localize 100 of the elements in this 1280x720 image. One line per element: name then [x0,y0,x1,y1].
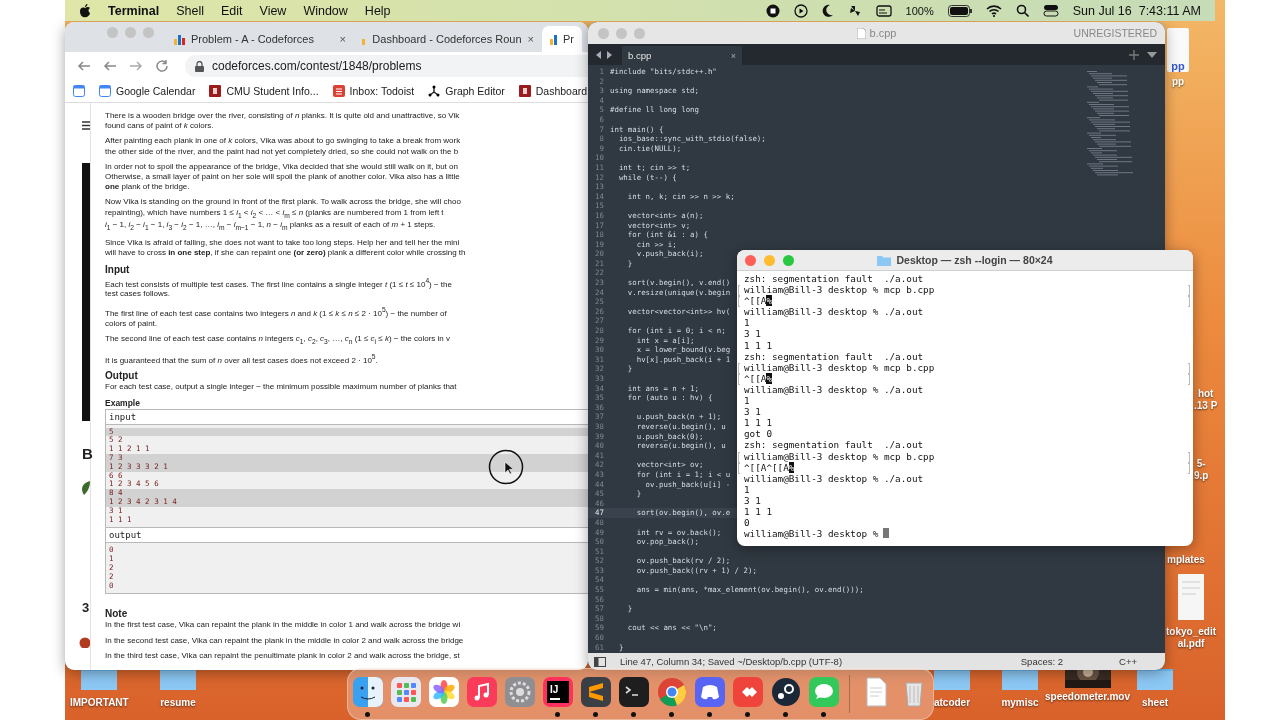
terminal-line: william@Bill-3 desktop % [744,528,879,540]
section-heading: Note [105,608,129,621]
tab-arrows-icon[interactable] [594,49,614,60]
tab-title: Pr [563,33,574,45]
terminal-line: 1 1 1 [744,505,772,517]
file-name[interactable]: IMPORTANT [70,697,129,709]
back-icon[interactable] [77,59,91,73]
bookmark[interactable]: Graph Editor [428,85,505,97]
close-icon[interactable]: × [730,50,736,61]
registration-label: UNREGISTERED [1073,27,1158,39]
terminal-line: william@Bill-3 desktop % ./a.out [744,306,924,318]
running-dot [783,712,788,717]
sample-title: output [106,528,588,544]
wifi-icon[interactable] [985,4,1002,17]
leaf-icon [80,481,90,495]
moon-icon[interactable] [821,3,834,18]
back-icon[interactable] [103,59,117,73]
pointer-icon [488,449,524,485]
file-name[interactable]: resume [160,697,196,709]
terminal-line: 1 [744,483,750,495]
browser-tab[interactable]: Dashboard - Codeforces Roun × [354,26,542,52]
terminal-icon [617,676,650,708]
graph-icon [428,85,441,97]
browser-tab[interactable]: Pr [542,26,582,52]
chat-bubble-icon [807,676,840,708]
menu-item[interactable]: Shell [176,3,204,18]
steam-icon [769,676,802,708]
menu-item[interactable]: Terminal [108,3,160,18]
fan-icon[interactable] [847,3,862,18]
terminal-line: zsh: segmentation fault ./a.out [744,350,924,362]
address-bar[interactable]: codeforces.com/contest/1848/problems [185,55,588,77]
terminal-line: got 0 [744,428,772,440]
calendar-icon [99,85,111,97]
app-glyph: IJ [550,684,559,695]
bookmark[interactable]: Google Calendar [99,85,196,97]
paragraph: For each test case, output a single integer − the minimum possible maximum number of planks that [105,382,458,393]
paragraph: In the second test case, Vika can repaint the plank in the middle in color 2 and walk across the bridge [105,635,465,646]
music-note-icon [465,676,498,708]
paragraph: After painting each plank in one of k colors, Vika was about to go swinging to take a break from work the other side of the river, and the paint had not yet completely dried, so she could not walk on the b [105,136,462,157]
reload-icon[interactable] [155,59,169,73]
menu-item[interactable]: View [259,3,287,18]
indentation-setting[interactable]: Spaces: 2 [1020,656,1064,667]
status-text: Line 47, Column 34; Saved ~/Desktop/b.cpp (UTF-8) [620,656,843,667]
plus-icon[interactable] [1129,49,1139,60]
battery-icon[interactable] [947,4,972,17]
card-icon[interactable] [875,4,892,17]
running-dot [555,712,560,717]
menu-item[interactable]: Help [364,3,391,18]
paragraph: There is a wooden bridge over the river, consisting of n planks. It is quite old and unattractive, so Vik found cans of paint of k colors. [105,111,461,132]
running-dot [593,712,598,717]
sidebar-digit: 3 [82,600,90,615]
window-title: b.cpp [869,27,897,39]
dock-app[interactable]: IJ [539,671,576,717]
bookmark[interactable]: CMU Student Info... [209,85,319,97]
document-icon: pp [1167,28,1189,72]
file-name[interactable]: sheet [1141,697,1169,709]
tab-title: Dashboard - Codeforces Roun [372,33,522,45]
play-icon[interactable] [793,3,808,18]
menu-item[interactable]: Window [303,3,348,18]
toggles-icon[interactable] [1042,4,1059,17]
file-name[interactable]: mymisc [1001,697,1039,709]
window-control[interactable] [745,254,756,266]
running-dot [707,712,712,717]
record-icon[interactable] [765,3,780,18]
terminal-line: 0 [744,517,750,529]
browser-tab[interactable]: Problem - A - Codeforces × [166,26,354,52]
file-name[interactable]: speedometer.mov [1045,691,1131,703]
tab-title: Problem - A - Codeforces [191,33,314,45]
file-name[interactable]: atcoder [933,697,971,709]
window-control[interactable] [783,254,794,266]
search-icon[interactable] [1015,4,1029,17]
syntax-setting[interactable]: C++ [1119,656,1137,667]
browser-icon [655,676,688,708]
close-icon[interactable]: × [339,33,346,45]
file-icon [856,27,866,39]
flower-icon [427,676,460,708]
clock[interactable]: Sun Jul 16 7:43:11 AM [1072,3,1201,18]
file-tab[interactable]: b.cpp × [622,46,742,65]
menu-item[interactable]: Edit [220,3,243,18]
bar-chart-icon [174,33,185,45]
terminal-line: 3 1 [744,328,761,340]
terminal-line: zsh: segmentation fault ./a.out [744,439,924,451]
terminal-line: 1 [744,395,750,407]
paragraph: Now Vika is standing on the ground in front of the first plank. To walk across the bridge, she will choo repainting), which have numbers 1 ≤ i$_{1}$ < i$_{2}$ < … < i$_{m}$ ≤ n (planks are numbered from 1 from left t i$_{1}$ − 1, i$_{2}$ − i$_{1}$ − 1, i$_{3}$ − i$_{2}$ − 1, …, i$_{m}$ − i$_{m−1}$ − 1, n − i$_{m}$ planks as a result of each of m + 1 steps. [105,197,462,233]
section-heading: Output [105,370,139,383]
apple-icon[interactable] [79,3,91,18]
paragraph: The second line of each test case contains n integers c$_{1}$, c$_{2}$, c$_{3}$, …, c$_{n}$ (1 ≤ c$_{i}$ ≤ k) − the colors in v [105,333,452,347]
menu-icon[interactable] [82,121,90,130]
terminal-line: william@Bill-3 desktop % ./a.out [744,472,924,484]
running-dot [365,712,370,717]
paragraph: The first line of each test case contains two integers n and k (1 ≤ k ≤ n ≤ 2 · 10$^{5}$) − the number of colors of paint. [105,304,448,329]
forward-icon[interactable] [129,59,143,73]
bookmark[interactable]: Dashboard [518,85,588,97]
running-dot [631,712,636,717]
terminal-line: 3 1 [744,406,761,418]
dropdown-icon[interactable] [1147,49,1157,60]
panel-icon[interactable] [594,656,606,667]
settings-icon [503,676,536,708]
close-icon[interactable]: × [527,33,534,45]
bookmark[interactable]: Inbox: Todoist [332,85,415,97]
